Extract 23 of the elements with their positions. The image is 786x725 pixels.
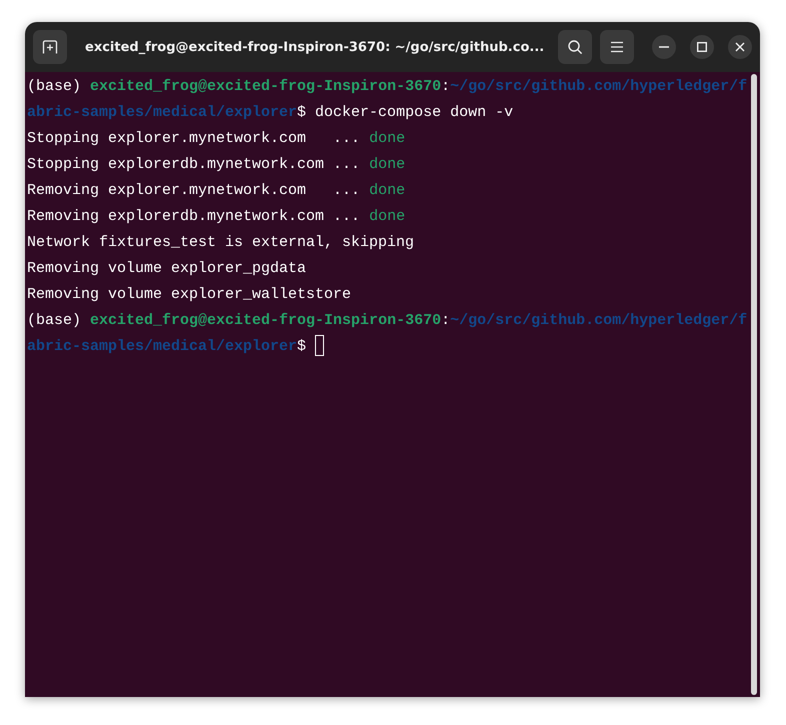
terminal-line: Removing explorerdb.mynetwork.com ... done bbox=[27, 208, 406, 225]
close-icon bbox=[735, 42, 745, 52]
minimize-icon bbox=[659, 46, 669, 48]
search-icon bbox=[567, 39, 583, 55]
terminal-line: Removing explorer.mynetwork.com ... done bbox=[27, 182, 406, 199]
terminal-line: Stopping explorer.mynetwork.com ... done bbox=[27, 130, 406, 147]
terminal-line: (base) excited_frog@excited-frog-Inspiron-3670:~/go/src/github.com/hyperledger/fabric-samples/medical/explorer$ docker-compose down -v bbox=[27, 78, 748, 121]
terminal-line: Removing volume explorer_walletstore bbox=[27, 286, 352, 303]
new-tab-icon bbox=[42, 39, 58, 55]
terminal-line: Network fixtures_test is external, skipping bbox=[27, 234, 414, 251]
search-button[interactable] bbox=[558, 30, 592, 64]
scrollbar[interactable] bbox=[751, 74, 757, 695]
maximize-button[interactable] bbox=[690, 35, 714, 59]
terminal-line: (base) excited_frog@excited-frog-Inspiron-3670:~/go/src/github.com/hyperledger/fabric-samples/medical/explorer$ bbox=[27, 312, 748, 355]
close-button[interactable] bbox=[728, 35, 752, 59]
menu-button[interactable] bbox=[600, 30, 634, 64]
window-title: excited_frog@excited-frog-Inspiron-3670: ~/go/src/github.co... bbox=[84, 40, 546, 54]
menu-icon bbox=[610, 41, 624, 53]
terminal-line: Stopping explorerdb.mynetwork.com ... done bbox=[27, 156, 406, 173]
terminal-line: Removing volume explorer_pgdata bbox=[27, 260, 306, 277]
maximize-icon bbox=[697, 42, 707, 52]
new-tab-button[interactable] bbox=[33, 30, 67, 64]
minimize-button[interactable] bbox=[652, 35, 676, 59]
